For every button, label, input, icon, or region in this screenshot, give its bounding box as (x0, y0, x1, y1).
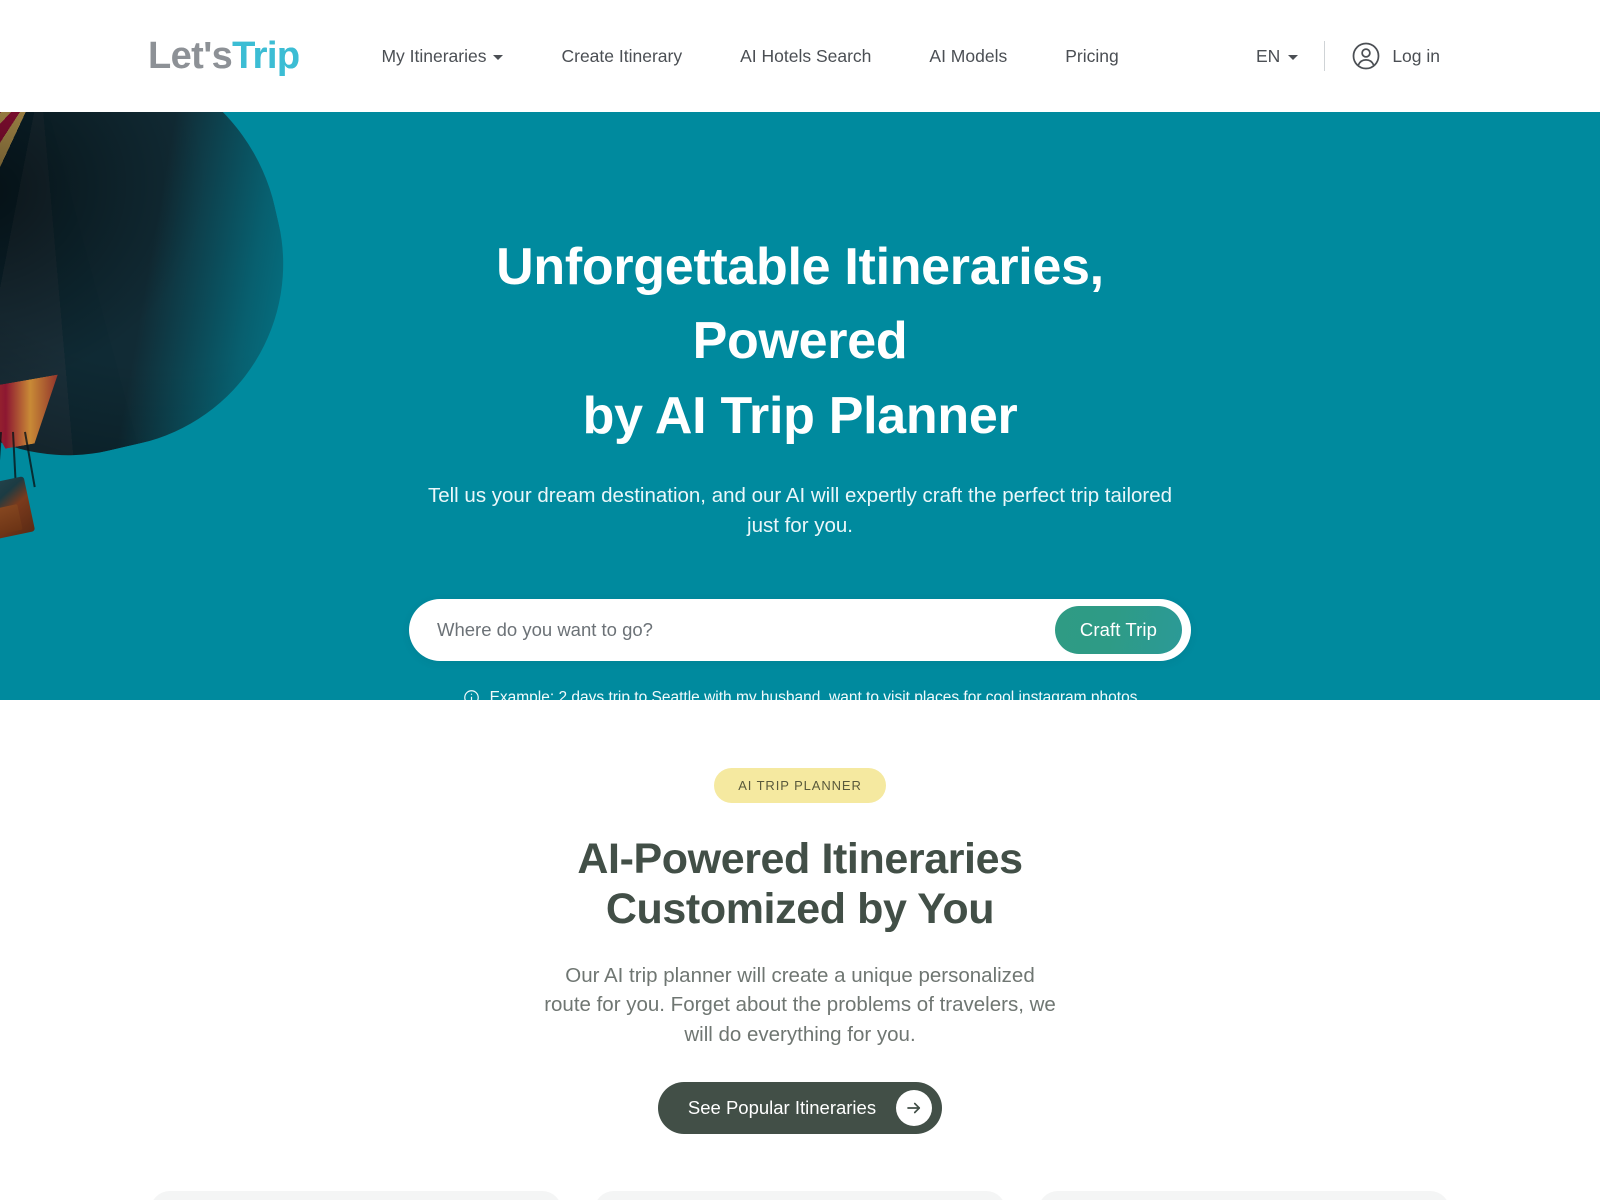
arrow-right-icon (896, 1089, 933, 1126)
feature-card[interactable] (594, 1190, 1006, 1200)
nav-item-pricing[interactable]: Pricing (1065, 38, 1119, 75)
hero-title-line-2: by AI Trip Planner (582, 386, 1018, 445)
feature-card[interactable] (150, 1190, 562, 1200)
see-popular-itineraries-label: See Popular Itineraries (687, 1096, 877, 1118)
search-example-hint: Example: 2 days trip to Seattle with my … (0, 689, 1600, 700)
language-selector[interactable]: EN (1256, 45, 1299, 67)
brand-logo-trip: Trip (232, 34, 300, 77)
brand-logo-lets: Let's (148, 34, 233, 77)
features-title-line-1: AI-Powered Itineraries (577, 835, 1023, 883)
brand-logo[interactable]: Let's Trip (148, 34, 300, 78)
top-navigation-bar: Let's Trip My Itineraries Create Itinerar… (0, 0, 1600, 112)
feature-cards-row (150, 1190, 1450, 1200)
nav-item-create-itinerary[interactable]: Create Itinerary (561, 38, 682, 75)
chevron-down-icon (493, 55, 504, 60)
nav-item-ai-hotels-search[interactable]: AI Hotels Search (740, 38, 871, 75)
hero-subtitle: Tell us your dream destination, and our … (427, 484, 1173, 537)
login-button-label: Log in (1392, 45, 1440, 66)
nav-item-ai-models[interactable]: AI Models (929, 38, 1007, 75)
language-selector-label: EN (1256, 45, 1281, 66)
features-title: AI-Powered Itineraries Customized by You (0, 835, 1600, 935)
destination-search-input[interactable] (409, 618, 1055, 641)
features-section: AI TRIP PLANNER AI-Powered Itineraries C… (0, 700, 1600, 1200)
hero-title: Unforgettable Itineraries, Powered by AI… (385, 230, 1215, 453)
hero-search-bar: Craft Trip (409, 598, 1191, 661)
feature-card[interactable] (1038, 1190, 1450, 1200)
nav-item-ai-models-label: AI Models (929, 45, 1008, 66)
nav-links: My Itineraries Create Itinerary AI Hotel… (381, 38, 1176, 75)
features-title-line-2: Customized by You (605, 884, 995, 933)
hero-content: Unforgettable Itineraries, Powered by AI… (0, 112, 1600, 700)
hero-title-line-1: Unforgettable Itineraries, Powered (496, 238, 1104, 371)
nav-item-pricing-label: Pricing (1065, 45, 1119, 66)
nav-item-ai-hotels-search-label: AI Hotels Search (740, 45, 872, 66)
craft-trip-button[interactable]: Craft Trip (1054, 605, 1182, 654)
features-description: Our AI trip planner will create a unique… (544, 963, 1056, 1047)
see-popular-itineraries-button[interactable]: See Popular Itineraries (657, 1081, 943, 1134)
search-example-text: Example: 2 days trip to Seattle with my … (489, 688, 1138, 700)
nav-item-create-itinerary-label: Create Itinerary (561, 45, 683, 66)
nav-divider (1324, 41, 1326, 71)
nav-item-my-itineraries-label: My Itineraries (381, 45, 487, 66)
hero-section: Unforgettable Itineraries, Powered by AI… (0, 112, 1600, 700)
section-badge: AI TRIP PLANNER (714, 768, 886, 803)
nav-item-my-itineraries[interactable]: My Itineraries (381, 38, 504, 75)
login-button[interactable]: Log in (1351, 41, 1440, 71)
info-icon (463, 689, 480, 700)
user-avatar-icon (1351, 41, 1381, 71)
nav-right-group: EN Log in (1256, 41, 1440, 71)
chevron-down-icon (1288, 55, 1299, 60)
